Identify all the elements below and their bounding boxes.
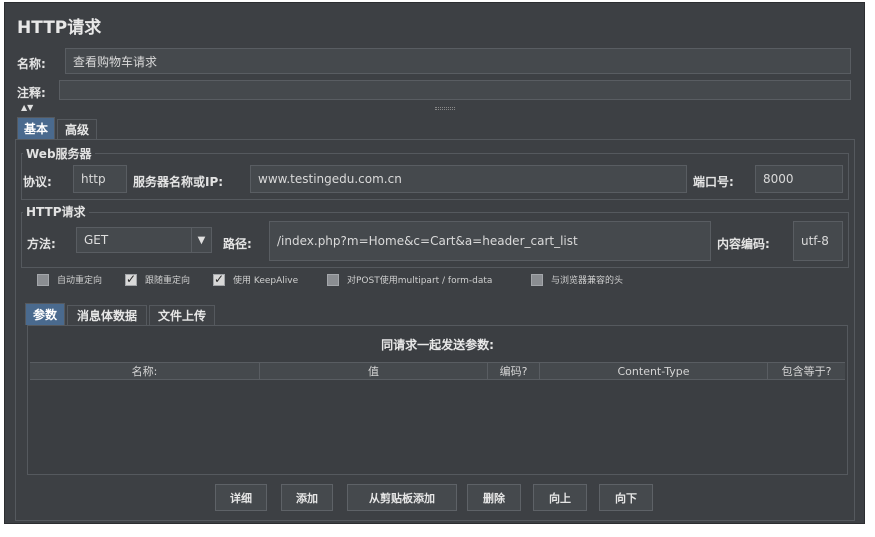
column-header-content-type[interactable]: Content-Type [540, 363, 768, 379]
keepalive-checkbox[interactable]: 使用 KeepAlive [213, 272, 299, 286]
method-select[interactable]: GET ▼ [76, 227, 212, 253]
parameters-title: 同请求一起发送参数: [381, 338, 494, 352]
checkbox-box[interactable] [125, 272, 137, 286]
protocol-label: 协议: [23, 175, 52, 189]
name-field[interactable]: 查看购物车请求 [65, 48, 851, 74]
chevron-down-icon[interactable]: ▼ [191, 228, 211, 252]
tab-body-data[interactable]: 消息体数据 [67, 305, 147, 325]
comment-label: 注释: [17, 86, 46, 100]
browser-headers-checkbox[interactable]: 与浏览器兼容的头 [531, 273, 623, 286]
splitter-grip[interactable] [435, 107, 455, 110]
detail-button[interactable]: 详细 [215, 484, 267, 511]
tab-file-upload[interactable]: 文件上传 [149, 305, 215, 325]
page-margin [865, 0, 875, 537]
checkbox-box[interactable] [213, 272, 225, 286]
port-label: 端口号: [693, 175, 734, 189]
tab-basic[interactable]: 基本 [17, 117, 55, 139]
tab-parameters[interactable]: 参数 [25, 303, 65, 325]
server-field[interactable]: www.testingedu.com.cn [250, 165, 687, 193]
page-title: HTTP请求 [17, 18, 102, 38]
checkbox-label: 自动重定向 [57, 276, 103, 286]
http-request-panel: HTTP请求 名称: 查看购物车请求 注释: ▲▼ 基本 高级 Web服务器 协… [4, 2, 865, 524]
auto-redirect-checkbox[interactable]: 自动重定向 [37, 273, 102, 286]
encoding-field[interactable]: utf-8 [793, 221, 843, 261]
column-header-value[interactable]: 值 [260, 363, 488, 379]
checkbox-box[interactable] [327, 273, 339, 286]
method-value: GET [84, 233, 109, 247]
tab-advanced[interactable]: 高级 [57, 119, 97, 139]
checkbox-label: 跟随重定向 [145, 276, 191, 286]
method-label: 方法: [27, 237, 56, 251]
multipart-checkbox[interactable]: 对POST使用multipart / form-data [327, 273, 492, 286]
encoding-label: 内容编码: [717, 237, 770, 251]
comment-field[interactable] [59, 80, 851, 100]
web-server-legend: Web服务器 [23, 145, 95, 162]
path-label: 路径: [223, 237, 252, 251]
column-header-include-equals[interactable]: 包含等于? [768, 363, 845, 379]
parameters-panel: 同请求一起发送参数: 名称: 值 编码? Content-Type 包含等于? [27, 325, 848, 475]
name-label: 名称: [17, 57, 46, 71]
checkbox-label: 使用 KeepAlive [233, 276, 299, 286]
server-label: 服务器名称或IP: [133, 175, 224, 189]
path-field[interactable]: /index.php?m=Home&c=Cart&a=header_cart_l… [269, 221, 711, 261]
move-down-button[interactable]: 向下 [599, 484, 653, 511]
checkbox-label: 对POST使用multipart / form-data [347, 276, 493, 286]
move-up-button[interactable]: 向上 [533, 484, 587, 511]
column-header-encode[interactable]: 编码? [488, 363, 540, 379]
checkbox-box[interactable] [37, 273, 49, 286]
follow-redirect-checkbox[interactable]: 跟随重定向 [125, 272, 191, 286]
parameters-table-header: 名称: 值 编码? Content-Type 包含等于? [30, 362, 845, 380]
protocol-field[interactable]: http [73, 165, 127, 193]
http-request-legend: HTTP请求 [23, 203, 89, 220]
checkbox-box[interactable] [531, 273, 543, 286]
delete-button[interactable]: 删除 [467, 484, 521, 511]
checkbox-label: 与浏览器兼容的头 [551, 276, 624, 286]
add-button[interactable]: 添加 [281, 484, 333, 511]
column-header-name[interactable]: 名称: [30, 363, 260, 379]
port-field[interactable]: 8000 [755, 165, 843, 193]
add-from-clipboard-button[interactable]: 从剪贴板添加 [347, 484, 457, 511]
collapse-arrows-icon[interactable]: ▲▼ [21, 104, 33, 112]
